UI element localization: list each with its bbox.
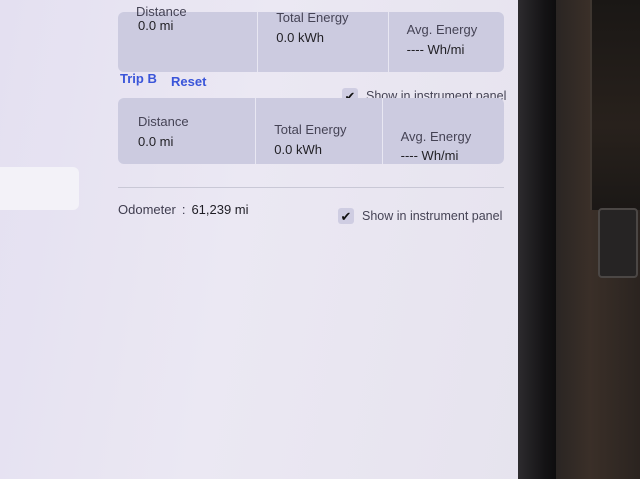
- trip-b-energy-cell: Total Energy 0.0 kWh: [255, 98, 381, 164]
- checkmark-icon[interactable]: ✔: [338, 208, 354, 224]
- trip-b-distance-value: 0.0 mi: [138, 134, 174, 149]
- sidebar-item[interactable]: [0, 167, 79, 210]
- trip-b-title: Trip B: [120, 71, 157, 86]
- trip-a-distance-cell: Distance 0.0 mi: [118, 4, 257, 72]
- trip-a-energy-label: Total Energy: [276, 10, 349, 25]
- odometer-separator: :: [181, 202, 186, 217]
- air-vent: [590, 0, 640, 210]
- trip-b-avg-value: ---- Wh/mi: [400, 148, 459, 163]
- trip-a-energy-value: 0.0 kWh: [276, 30, 324, 45]
- trip-a-avg-label: Avg. Energy: [406, 22, 478, 37]
- divider: [118, 187, 504, 188]
- trip-b-avg-cell: Avg. Energy ---- Wh/mi: [381, 98, 504, 164]
- odometer-row: Odometer:61,239 mi: [118, 202, 249, 217]
- trip-a-distance-value: 0.0 mi: [138, 18, 174, 33]
- trip-b-stats-panel: Distance 0.0 mi Total Energy 0.0 kWh Avg…: [118, 98, 504, 164]
- odometer-show-toggle[interactable]: ✔ Show in instrument panel: [338, 208, 502, 224]
- screen-bezel: [518, 0, 556, 479]
- odometer-show-label: Show in instrument panel: [362, 209, 503, 223]
- trips-settings-screen: Distance 0.0 mi Total Energy 0.0 kWh Avg…: [0, 0, 530, 479]
- vent-knob: [598, 208, 638, 278]
- trip-b-avg-label: Avg. Energy: [400, 129, 472, 144]
- trip-a-energy-cell: Total Energy 0.0 kWh: [257, 10, 387, 72]
- trip-b-distance-cell: Distance 0.0 mi: [118, 98, 255, 164]
- trip-b-energy-label: Total Energy: [274, 122, 347, 137]
- trip-a-distance-label: Distance: [136, 4, 187, 19]
- trip-a-avg-value: ---- Wh/mi: [406, 42, 465, 57]
- trip-b-distance-label: Distance: [138, 114, 189, 129]
- trip-a-avg-cell: Avg. Energy ---- Wh/mi: [387, 12, 504, 72]
- odometer-value: 61,239 mi: [191, 202, 249, 217]
- odometer-label: Odometer: [118, 202, 176, 217]
- trip-b-reset-button[interactable]: Reset: [171, 74, 206, 89]
- trip-b-energy-value: 0.0 kWh: [274, 142, 322, 157]
- trip-a-stats-panel: Distance 0.0 mi Total Energy 0.0 kWh Avg…: [118, 4, 504, 72]
